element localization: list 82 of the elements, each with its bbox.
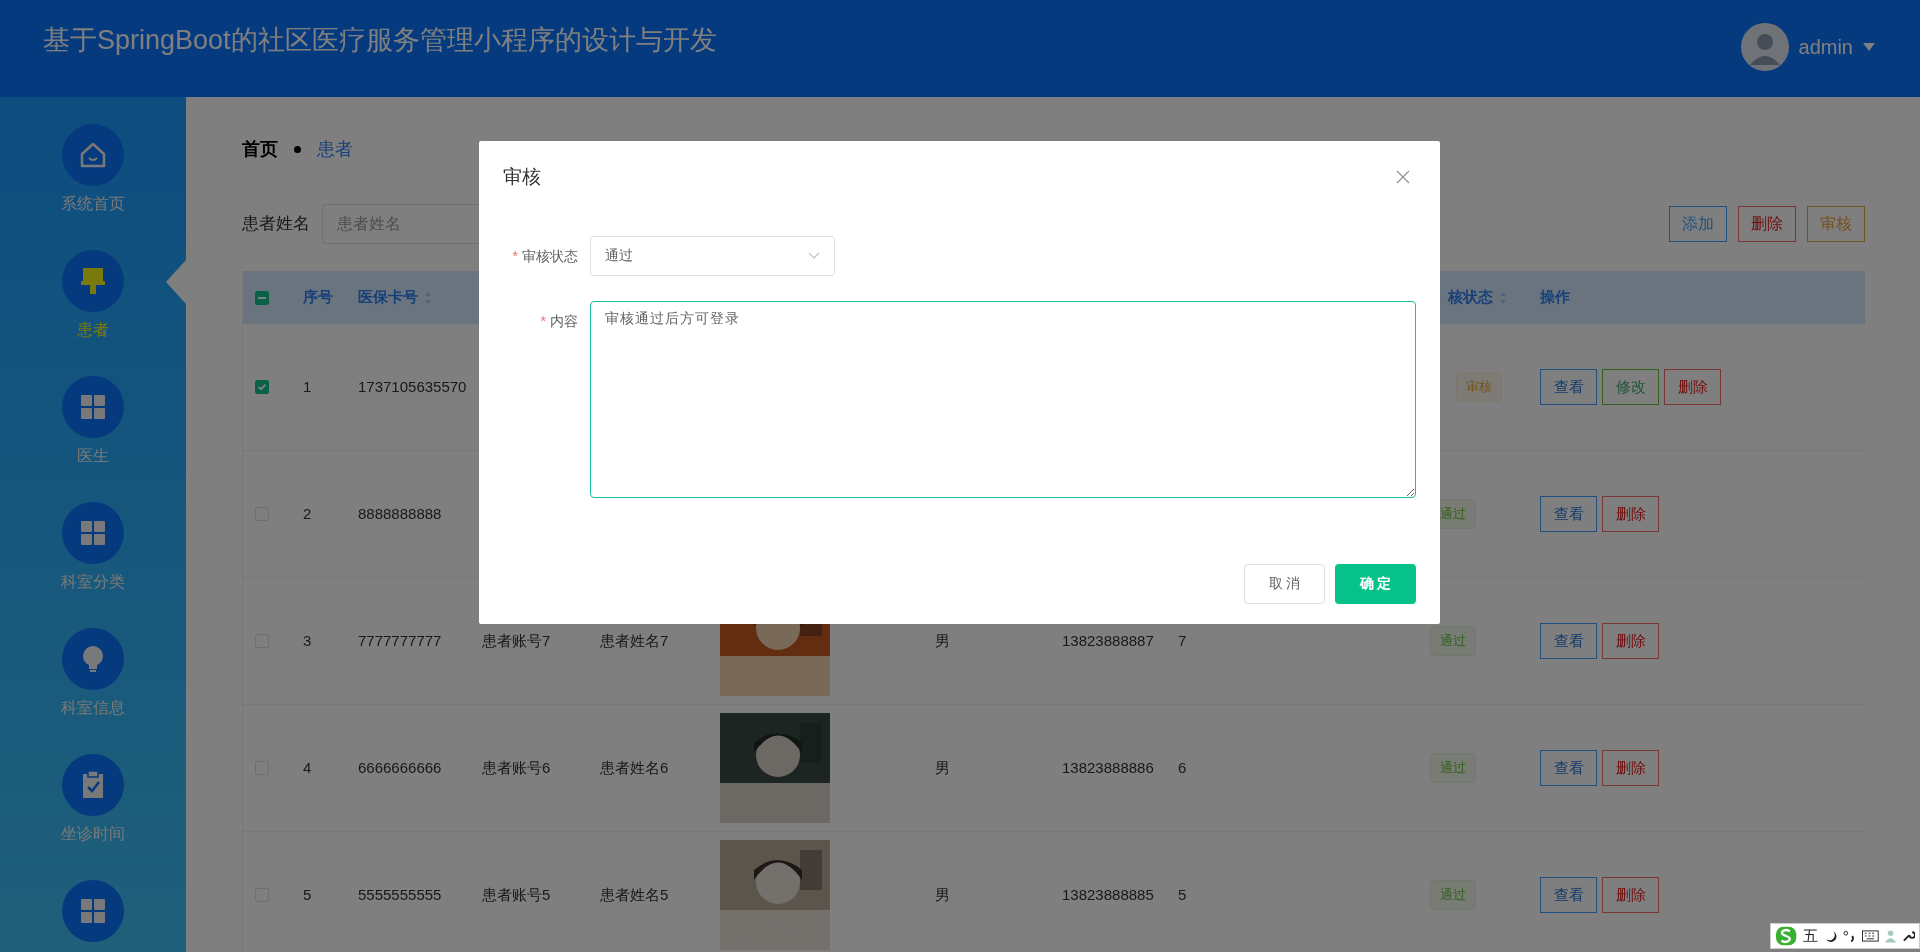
search-label: 患者姓名	[242, 213, 310, 236]
row-checkbox[interactable]	[255, 380, 269, 394]
row-action-button[interactable]: 查看	[1540, 750, 1597, 786]
dialog-button[interactable]: 取 消	[1244, 563, 1325, 604]
table-cell: 患者账号6	[482, 758, 551, 776]
row-action-button[interactable]: 查看	[1540, 877, 1597, 913]
sidebar-item[interactable]: 系统首页	[0, 124, 186, 215]
table-cell: 5	[303, 885, 312, 903]
row-action-button[interactable]: 查看	[1540, 369, 1597, 405]
close-icon[interactable]	[1396, 170, 1410, 185]
moon-icon[interactable]	[1824, 929, 1838, 943]
table-cell: 患者姓名5	[600, 885, 669, 903]
field-label-text: 内容	[549, 312, 578, 329]
required-mark: *	[512, 247, 518, 264]
content-field[interactable]: 审核通过后方可登录	[589, 300, 1416, 498]
table-cell: 13823888885	[1062, 885, 1154, 903]
table-cell: 7777777777	[358, 631, 442, 649]
check-icon	[258, 384, 266, 390]
toolbar-button[interactable]: 删除	[1738, 206, 1796, 242]
status-tag: 审核	[1456, 372, 1502, 402]
input-mode[interactable]: 五	[1803, 924, 1819, 948]
status-select[interactable]: 通过	[590, 235, 835, 276]
table-cell: 4	[303, 758, 312, 776]
row-action-button[interactable]: 删除	[1664, 369, 1721, 405]
toolbar-button[interactable]: 审核	[1807, 206, 1865, 242]
column-header[interactable]: 核状态	[1448, 286, 1493, 309]
row-action-button[interactable]: 删除	[1602, 496, 1659, 532]
table-cell: 6666666666	[358, 758, 442, 776]
table-cell: 13823888886	[1062, 758, 1154, 776]
table-cell: 5555555555	[358, 885, 442, 903]
column-header: 序号	[303, 288, 333, 306]
row-action-button[interactable]: 删除	[1602, 623, 1659, 659]
row-action-button[interactable]: 查看	[1540, 623, 1597, 659]
status-tag: 通过	[1430, 753, 1476, 783]
breadcrumb-link[interactable]: 首页	[242, 135, 278, 163]
sidebar-item[interactable]: 科室分类	[0, 502, 186, 593]
input-method-logo[interactable]	[1775, 925, 1798, 947]
username[interactable]: admin	[1798, 32, 1853, 62]
table-cell: 2	[303, 504, 312, 522]
avatar-icon[interactable]	[1740, 23, 1789, 71]
row-action-button[interactable]: 查看	[1540, 496, 1597, 532]
column-header: 操作	[1540, 288, 1570, 306]
column-header[interactable]: 医保卡号	[358, 286, 418, 309]
sidebar-item[interactable]: 科室信息	[0, 628, 186, 719]
table-cell: 患者账号7	[482, 631, 551, 649]
person-icon[interactable]	[1884, 929, 1897, 943]
sidebar-item[interactable]: 患者	[0, 250, 186, 341]
table-cell: 患者姓名7	[600, 631, 669, 649]
table-cell: 8888888888	[358, 504, 442, 522]
table-cell: 1	[303, 377, 312, 395]
table-cell: 患者账号5	[482, 885, 551, 903]
row-action-button[interactable]: 修改	[1602, 369, 1659, 405]
table-cell: 男	[935, 758, 950, 776]
selection-notch	[166, 260, 186, 304]
punctuation-icon[interactable]	[1843, 929, 1857, 943]
table-cell: 1737105635570	[358, 377, 467, 395]
status-tag: 通过	[1430, 626, 1476, 656]
table-cell: 7	[1178, 631, 1187, 649]
sidebar-item[interactable]: 医生	[0, 376, 186, 467]
app-title: 基于SpringBoot的社区医疗服务管理小程序的设计与开发	[43, 24, 717, 57]
dash-icon	[258, 296, 266, 299]
table-cell: 患者姓名6	[600, 758, 669, 776]
row-action-button[interactable]: 删除	[1602, 877, 1659, 913]
select-all-checkbox[interactable]	[255, 290, 269, 305]
status-tag: 通过	[1430, 880, 1476, 910]
dialog-button[interactable]: 确 定	[1335, 563, 1416, 604]
table-cell: 3	[303, 631, 312, 649]
table-cell: 男	[935, 631, 950, 649]
keyboard-icon[interactable]	[1862, 930, 1879, 942]
sidebar-item[interactable]: 坐诊时间	[0, 754, 186, 845]
toolbar-button[interactable]: 添加	[1669, 206, 1727, 242]
caret-icon[interactable]	[1863, 43, 1875, 51]
required-mark: *	[540, 312, 546, 329]
field-label-text: 审核状态	[522, 247, 578, 264]
table-cell: 男	[935, 885, 950, 903]
table-cell: 5	[1178, 885, 1187, 903]
row-action-button[interactable]: 删除	[1602, 750, 1659, 786]
chevron-down-icon	[808, 251, 820, 260]
dialog-title: 审核	[503, 165, 541, 189]
table-cell: 13823888887	[1062, 631, 1154, 649]
breadcrumb-link[interactable]: 患者	[317, 135, 353, 163]
table-cell: 6	[1178, 758, 1187, 776]
